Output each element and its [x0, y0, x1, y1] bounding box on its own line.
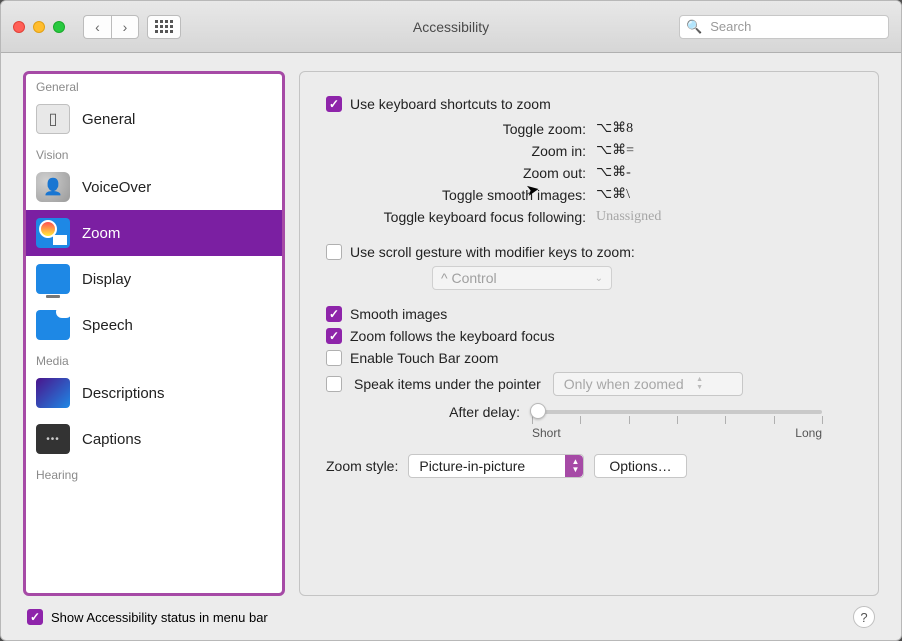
- shortcut-toggle-focus-value: Unassigned: [596, 206, 661, 228]
- show-status-label: Show Accessibility status in menu bar: [51, 610, 268, 625]
- zoom-style-value: Picture-in-picture: [419, 458, 525, 474]
- sidebar-section-hearing: Hearing: [26, 462, 282, 484]
- shortcut-toggle-zoom-label: Toggle zoom:: [326, 118, 586, 140]
- enable-touch-bar-label: Enable Touch Bar zoom: [350, 350, 498, 366]
- voiceover-icon: 👤: [36, 172, 70, 202]
- shortcut-toggle-smooth-value: ⌥⌘\: [596, 184, 630, 206]
- speech-icon: [36, 310, 70, 340]
- descriptions-icon: [36, 378, 70, 408]
- use-keyboard-shortcuts-checkbox[interactable]: [326, 96, 342, 112]
- sidebar-item-label: Captions: [82, 431, 141, 448]
- titlebar: ‹ › Accessibility 🔍: [1, 1, 901, 53]
- sidebar-item-captions[interactable]: ••• Captions: [26, 416, 282, 462]
- show-status-checkbox[interactable]: [27, 609, 43, 625]
- shortcut-toggle-focus-label: Toggle keyboard focus following:: [326, 206, 586, 228]
- nav-back-forward: ‹ ›: [83, 15, 139, 39]
- after-delay-label: After delay:: [326, 402, 520, 420]
- after-delay-min: Short: [532, 426, 561, 440]
- window-controls: [13, 21, 65, 33]
- accessibility-window: ‹ › Accessibility 🔍 General ▯: [0, 0, 902, 641]
- zoom-options-button[interactable]: Options…: [594, 454, 686, 478]
- speak-items-label: Speak items under the pointer: [354, 376, 541, 392]
- use-scroll-gesture-row: Use scroll gesture with modifier keys to…: [326, 244, 852, 260]
- zoom-pane-icon: [36, 218, 70, 248]
- use-scroll-gesture-checkbox[interactable]: [326, 244, 342, 260]
- sidebar-item-display[interactable]: Display: [26, 256, 282, 302]
- after-delay-max: Long: [795, 426, 822, 440]
- search-field[interactable]: 🔍: [679, 15, 889, 39]
- sidebar-item-label: Display: [82, 271, 131, 288]
- search-input[interactable]: [708, 18, 888, 35]
- sidebar-item-speech[interactable]: Speech: [26, 302, 282, 348]
- chevron-right-icon: ›: [123, 19, 128, 35]
- use-scroll-gesture-label: Use scroll gesture with modifier keys to…: [350, 244, 635, 260]
- zoom-options-label: Options…: [609, 458, 671, 474]
- sidebar-section-general: General: [26, 74, 282, 96]
- sidebar-item-label: General: [82, 111, 135, 128]
- sidebar-section-vision: Vision: [26, 142, 282, 164]
- general-icon: ▯: [36, 104, 70, 134]
- shortcut-zoom-out-value: ⌥⌘-: [596, 162, 631, 184]
- shortcut-toggle-zoom-value: ⌥⌘8: [596, 118, 633, 140]
- shortcut-zoom-in-value: ⌥⌘=: [596, 140, 634, 162]
- slider-knob[interactable]: [530, 403, 546, 419]
- sidebar-item-zoom[interactable]: Zoom: [26, 210, 282, 256]
- speak-mode-popup[interactable]: Only when zoomed ▲▼: [553, 372, 743, 396]
- zoom-window-button[interactable]: [53, 21, 65, 33]
- shortcut-list: Toggle zoom: ⌥⌘8 Zoom in: ⌥⌘= Zoom out: …: [326, 118, 852, 228]
- zoom-follows-focus-checkbox[interactable]: [326, 328, 342, 344]
- shortcut-zoom-out-label: Zoom out:: [326, 162, 586, 184]
- window-body: General ▯ General Vision 👤 VoiceOver Zoo…: [1, 53, 901, 640]
- show-all-button[interactable]: [147, 15, 181, 39]
- chevron-down-icon: ⌄: [595, 273, 603, 284]
- search-icon: 🔍: [686, 19, 702, 35]
- sidebar-item-descriptions[interactable]: Descriptions: [26, 370, 282, 416]
- close-button[interactable]: [13, 21, 25, 33]
- scroll-modifier-popup[interactable]: ^ Control ⌄: [432, 266, 612, 290]
- zoom-style-popup[interactable]: Picture-in-picture ▲▼: [408, 454, 584, 478]
- display-icon: [36, 264, 70, 294]
- speak-mode-value: Only when zoomed: [564, 376, 684, 392]
- sidebar-item-label: Speech: [82, 317, 133, 334]
- sidebar-item-label: Zoom: [82, 225, 120, 242]
- help-icon: ?: [860, 610, 867, 625]
- speak-items-checkbox[interactable]: [326, 376, 342, 392]
- sidebar-item-general[interactable]: ▯ General: [26, 96, 282, 142]
- chevron-left-icon: ‹: [95, 19, 100, 35]
- sidebar-item-label: Descriptions: [82, 385, 165, 402]
- use-keyboard-shortcuts-label: Use keyboard shortcuts to zoom: [350, 96, 551, 112]
- scroll-modifier-value: ^ Control: [441, 270, 497, 286]
- forward-button[interactable]: ›: [111, 15, 139, 39]
- sidebar: General ▯ General Vision 👤 VoiceOver Zoo…: [23, 71, 285, 596]
- minimize-button[interactable]: [33, 21, 45, 33]
- shortcut-toggle-smooth-label: Toggle smooth images:: [326, 184, 586, 206]
- after-delay-block: After delay: Short: [326, 402, 852, 436]
- grid-icon: [155, 20, 173, 33]
- zoom-style-label: Zoom style:: [326, 458, 398, 474]
- sidebar-item-voiceover[interactable]: 👤 VoiceOver: [26, 164, 282, 210]
- updown-icon: ▲▼: [692, 373, 708, 395]
- use-keyboard-shortcuts-row: Use keyboard shortcuts to zoom: [326, 96, 852, 112]
- smooth-images-label: Smooth images: [350, 306, 447, 322]
- back-button[interactable]: ‹: [83, 15, 111, 39]
- footer: Show Accessibility status in menu bar ?: [23, 596, 879, 632]
- main-panel: Use keyboard shortcuts to zoom Toggle zo…: [299, 71, 879, 596]
- enable-touch-bar-checkbox[interactable]: [326, 350, 342, 366]
- updown-icon: ▲▼: [571, 458, 579, 474]
- smooth-images-checkbox[interactable]: [326, 306, 342, 322]
- after-delay-slider[interactable]: Short Long: [532, 402, 822, 436]
- shortcut-zoom-in-label: Zoom in:: [326, 140, 586, 162]
- sidebar-section-media: Media: [26, 348, 282, 370]
- captions-icon: •••: [36, 424, 70, 454]
- zoom-follows-focus-label: Zoom follows the keyboard focus: [350, 328, 555, 344]
- sidebar-item-label: VoiceOver: [82, 179, 151, 196]
- zoom-style-row: Zoom style: Picture-in-picture ▲▼ Option…: [326, 454, 852, 478]
- help-button[interactable]: ?: [853, 606, 875, 628]
